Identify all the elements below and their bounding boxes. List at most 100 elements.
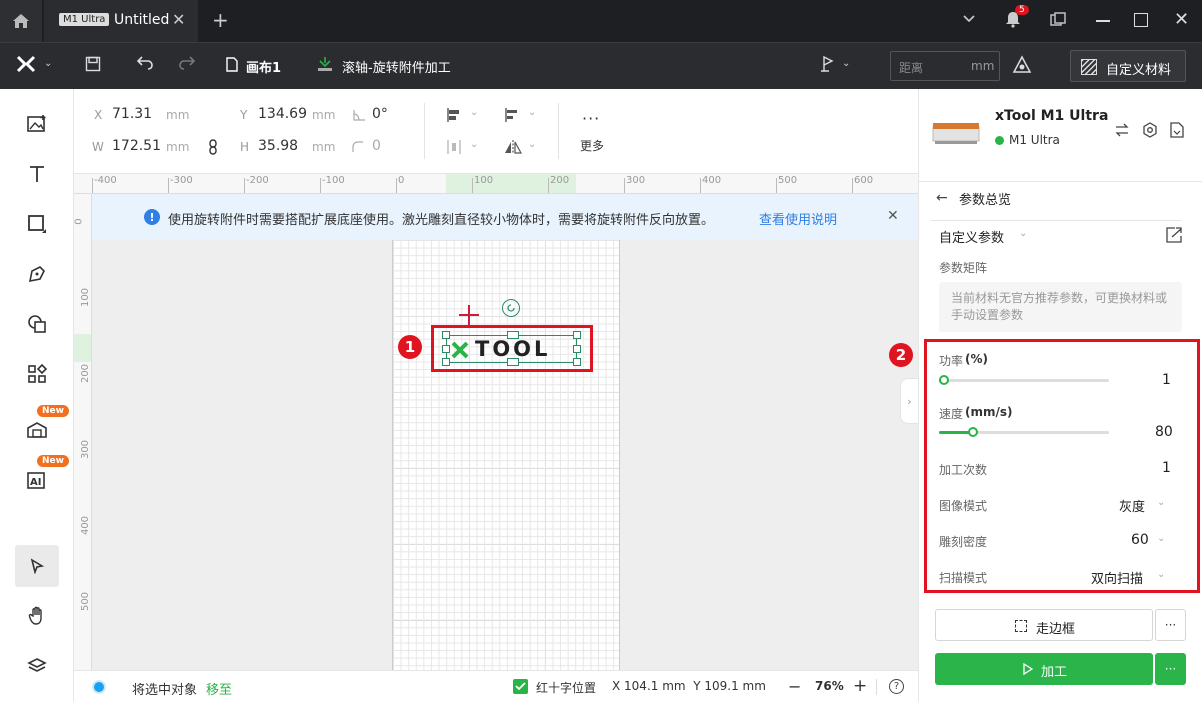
maximize-icon[interactable] <box>1134 13 1148 27</box>
rotate-handle-icon[interactable] <box>502 299 520 317</box>
collapse-panel-handle[interactable]: › <box>900 378 918 424</box>
back-arrow-icon[interactable]: ← <box>936 190 948 206</box>
resize-handle[interactable] <box>442 358 450 366</box>
bell-icon[interactable]: 5 <box>1004 5 1029 32</box>
align-horizontal-icon[interactable] <box>446 107 462 126</box>
resize-handle[interactable] <box>573 358 581 366</box>
flip-icon[interactable] <box>504 139 523 158</box>
device-thumbnail <box>931 119 981 147</box>
power-value-input[interactable]: 1 <box>1162 372 1171 388</box>
minimize-icon[interactable] <box>1096 20 1110 22</box>
ruler-tick-mark <box>320 178 321 193</box>
select-tool-button[interactable] <box>15 545 59 587</box>
chevron-down-icon[interactable] <box>962 12 976 26</box>
matrix-title: 参数矩阵 <box>939 261 988 275</box>
angle-value-input[interactable]: 0° <box>372 106 388 122</box>
power-slider-knob[interactable] <box>938 375 949 385</box>
image-icon[interactable] <box>22 109 52 139</box>
shapes-icon[interactable] <box>22 309 52 339</box>
frame-button[interactable]: 走边框 <box>935 609 1153 641</box>
redo-icon[interactable] <box>178 55 196 74</box>
windows-icon[interactable] <box>1050 12 1066 31</box>
more-label[interactable]: 更多 <box>580 137 604 154</box>
new-tab-icon[interactable]: + <box>212 8 229 32</box>
scan-mode-select[interactable]: 双向扫描 <box>1091 568 1143 587</box>
power-slider[interactable] <box>938 374 1111 386</box>
close-window-icon[interactable]: ✕ <box>1174 9 1189 30</box>
switch-device-icon[interactable] <box>1115 123 1129 140</box>
move-to-link[interactable]: 移至 <box>206 679 232 698</box>
speed-value-input[interactable]: 80 <box>1155 424 1173 440</box>
laser-safety-icon[interactable] <box>1012 55 1032 78</box>
frame-more-button[interactable]: ··· <box>1155 609 1186 641</box>
undo-icon[interactable] <box>136 55 154 74</box>
h-value-input[interactable]: 35.98 <box>258 138 298 154</box>
export-params-icon[interactable] <box>1165 226 1183 247</box>
chevron-down-icon[interactable]: ⌄ <box>1157 569 1165 580</box>
resize-handle[interactable] <box>507 331 519 339</box>
chevron-down-icon[interactable]: ⌄ <box>1019 228 1027 239</box>
lock-ratio-icon[interactable] <box>208 139 218 158</box>
speed-slider-knob[interactable] <box>968 427 978 437</box>
chevron-down-icon[interactable]: ⌄ <box>1157 497 1165 508</box>
help-icon[interactable]: ? <box>889 679 904 694</box>
canvas-area[interactable] <box>92 194 918 670</box>
chevron-down-icon[interactable]: ⌄ <box>44 58 52 69</box>
chevron-down-icon[interactable]: ⌄ <box>470 139 478 150</box>
distance-input[interactable]: 距离 mm <box>890 51 1000 81</box>
speed-slider[interactable] <box>939 426 1111 438</box>
zoom-out-icon[interactable]: − <box>788 677 801 696</box>
layers-icon[interactable] <box>22 651 52 681</box>
horizontal-ruler: -400 -300 -200 -100 0 100 200 300 400 500 600 <box>74 174 918 194</box>
xtool-logo-icon[interactable] <box>16 55 36 76</box>
distribute-icon[interactable] <box>446 139 462 158</box>
more-icon[interactable]: ··· <box>582 109 600 128</box>
text-icon[interactable] <box>22 159 52 189</box>
crosshair-checkbox[interactable] <box>513 679 528 694</box>
notice-help-link[interactable]: 查看使用说明 <box>759 209 837 228</box>
pin-icon[interactable] <box>818 55 836 76</box>
canvas-name[interactable]: 画布1 <box>246 57 281 76</box>
image-mode-select[interactable]: 灰度 <box>1119 496 1145 515</box>
custom-material-button[interactable]: 自定义材料 <box>1070 50 1186 82</box>
corner-radius-input[interactable]: 0 <box>372 138 381 154</box>
y-value-input[interactable]: 134.69 <box>258 106 307 122</box>
main-toolbar: ⌄ 画布1 滚轴-旋转附件加工 ⌄ 距离 mm 自定义材料 <box>0 42 1202 89</box>
rectangle-icon[interactable] <box>22 209 52 239</box>
device-file-icon[interactable] <box>1170 122 1184 141</box>
resize-handle[interactable] <box>442 331 450 339</box>
resize-handle[interactable] <box>507 358 519 366</box>
save-icon[interactable] <box>85 56 101 75</box>
chevron-down-icon[interactable]: ⌄ <box>528 139 536 150</box>
processing-mode[interactable]: 滚轴-旋转附件加工 <box>342 57 451 76</box>
hand-icon[interactable] <box>22 601 52 631</box>
process-more-button[interactable]: ··· <box>1155 653 1186 685</box>
chevron-down-icon[interactable]: ⌄ <box>470 107 478 118</box>
process-button[interactable]: 加工 <box>935 653 1153 685</box>
material-library-icon[interactable] <box>22 415 52 445</box>
home-icon[interactable] <box>0 0 42 42</box>
components-icon[interactable] <box>22 359 52 389</box>
close-tab-icon[interactable]: ✕ <box>172 10 185 29</box>
resize-handle[interactable] <box>573 345 581 353</box>
zoom-in-icon[interactable]: + <box>853 676 867 696</box>
w-value-input[interactable]: 172.51 <box>112 138 161 154</box>
chevron-down-icon[interactable]: ⌄ <box>1157 533 1165 544</box>
document-tab[interactable]: M1 Ultra Untitled ✕ <box>44 0 198 42</box>
pen-icon[interactable] <box>22 259 52 289</box>
device-settings-icon[interactable] <box>1142 122 1158 141</box>
close-notice-icon[interactable]: ✕ <box>887 208 899 224</box>
chevron-down-icon[interactable]: ⌄ <box>842 58 850 69</box>
chevron-down-icon[interactable]: ⌄ <box>528 107 536 118</box>
resize-handle[interactable] <box>573 331 581 339</box>
custom-params-select[interactable]: 自定义参数 <box>939 227 1004 246</box>
x-value-input[interactable]: 71.31 <box>112 106 152 122</box>
passes-value-input[interactable]: 1 <box>1162 460 1171 476</box>
density-select[interactable]: 60 <box>1131 532 1149 548</box>
resize-handle[interactable] <box>442 345 450 353</box>
zoom-level[interactable]: 76% <box>815 679 844 693</box>
align-left-icon[interactable] <box>504 107 520 126</box>
ai-generator-icon[interactable]: AI <box>22 465 52 495</box>
ruler-tick-mark <box>624 178 625 193</box>
property-bar: X 71.31 mm Y 134.69 mm 0° W 172.51 mm H … <box>74 89 918 174</box>
